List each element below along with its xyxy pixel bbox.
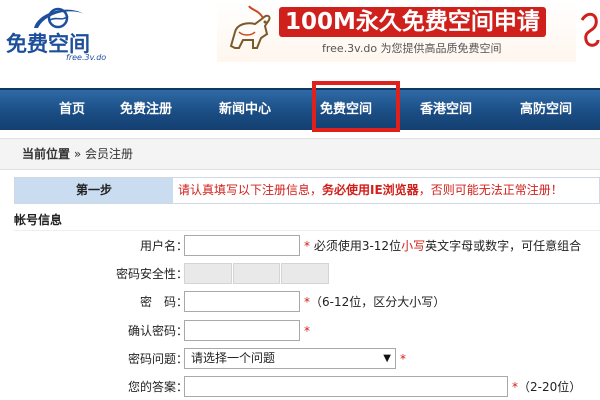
password-label: 密 码：: [139, 295, 188, 309]
row-username: 用户名： * 必须使用3-12位小写英文字母或数字，可任意组合: [14, 232, 600, 260]
question-required: *: [400, 352, 406, 366]
confirm-password-input[interactable]: [184, 320, 300, 341]
row-confirm: 确认密码： *: [14, 317, 600, 345]
security-question-select[interactable]: 请选择一个问题 ▼: [184, 348, 396, 369]
step-row: 第一步 请认真填写以下注册信息，务必使用IE浏览器，否则可能无法正常注册！: [14, 177, 600, 204]
username-hint-red: 小写: [401, 239, 426, 253]
answer-input[interactable]: [184, 376, 508, 397]
row-password: 密 码： *（6-12位，区分大小写）: [14, 288, 600, 316]
confirm-label: 确认密码：: [127, 324, 188, 338]
answer-label: 您的答案：: [127, 380, 188, 394]
username-label: 用户名：: [139, 239, 188, 253]
goat-icon: [229, 5, 271, 49]
section-title: 帐号信息: [14, 209, 600, 231]
required-mark: *: [304, 239, 310, 253]
password-hint-text: （6-12位，区分大小写）: [310, 295, 446, 309]
step-note-prefix: 请认真填写以下注册信息，: [178, 183, 323, 197]
username-input[interactable]: [184, 235, 300, 256]
strength-medium: [232, 263, 281, 284]
step-note-suffix: ，否则可能无法正常注册！: [418, 183, 563, 197]
ad-banner[interactable]: 100M永久免费空间申请 free.3v.do 为您提供高品质免费空间: [217, 0, 600, 62]
nav-item-news[interactable]: 新闻中心: [219, 90, 271, 130]
step-note: 请认真填写以下注册信息，务必使用IE浏览器，否则可能无法正常注册！: [178, 178, 563, 203]
password-hint: *（6-12位，区分大小写）: [304, 288, 445, 316]
strength-weak: [184, 263, 232, 284]
banner-corner: [576, 0, 600, 62]
nav-item-free-register[interactable]: 免费注册: [120, 90, 172, 130]
main-nav: 首页 免费注册 新闻中心 免费空间 香港空间 高防空间: [0, 88, 600, 130]
row-question: 密码问题： 请选择一个问题 ▼ *: [14, 345, 600, 373]
step-note-bold: 务必使用IE浏览器: [322, 183, 419, 197]
row-strength: 密码安全性：: [14, 260, 600, 288]
nav-item-hk-space[interactable]: 香港空间: [420, 90, 472, 130]
password-input[interactable]: [184, 291, 300, 312]
nav-item-home[interactable]: 首页: [59, 90, 85, 130]
site-logo[interactable]: 免费空间 free.3v.do: [4, 6, 114, 66]
breadcrumb-label: 当前位置: [22, 147, 71, 161]
username-hint-b: 英文字母或数字，可任意组合: [425, 239, 582, 253]
breadcrumb: 当前位置 » 会员注册: [0, 138, 600, 170]
security-question-value: 请选择一个问题: [191, 351, 276, 365]
password-strength-meter: [184, 263, 330, 284]
step-label: 第一步: [15, 178, 173, 203]
breadcrumb-current: 会员注册: [85, 147, 134, 161]
answer-hint-text: （2-20位）: [518, 380, 582, 394]
ornament-icon: [580, 12, 600, 47]
row-answer: 您的答案： *（2-20位）: [14, 373, 600, 400]
logo-subtitle: free.3v.do: [66, 53, 107, 62]
nav-item-ddos-space[interactable]: 高防空间: [520, 90, 572, 130]
strength-strong: [281, 263, 330, 284]
answer-hint: *（2-20位）: [512, 373, 581, 400]
username-hint: * 必须使用3-12位小写英文字母或数字，可任意组合: [304, 232, 581, 260]
username-hint-a: 必须使用3-12位: [313, 239, 402, 253]
banner-title: 100M永久免费空间申请: [279, 7, 546, 37]
site-header: 免费空间 free.3v.do 100M永久免费空间申请 free.3v.do …: [0, 0, 600, 88]
nav-item-free-space[interactable]: 免费空间: [320, 90, 372, 130]
strength-label: 密码安全性：: [115, 267, 188, 281]
confirm-required: *: [304, 324, 310, 338]
banner-subtitle: free.3v.do 为您提供高品质免费空间: [322, 42, 502, 55]
question-label: 密码问题：: [127, 352, 188, 366]
dropdown-arrow-icon: ▼: [383, 353, 391, 364]
breadcrumb-separator: »: [73, 147, 82, 161]
